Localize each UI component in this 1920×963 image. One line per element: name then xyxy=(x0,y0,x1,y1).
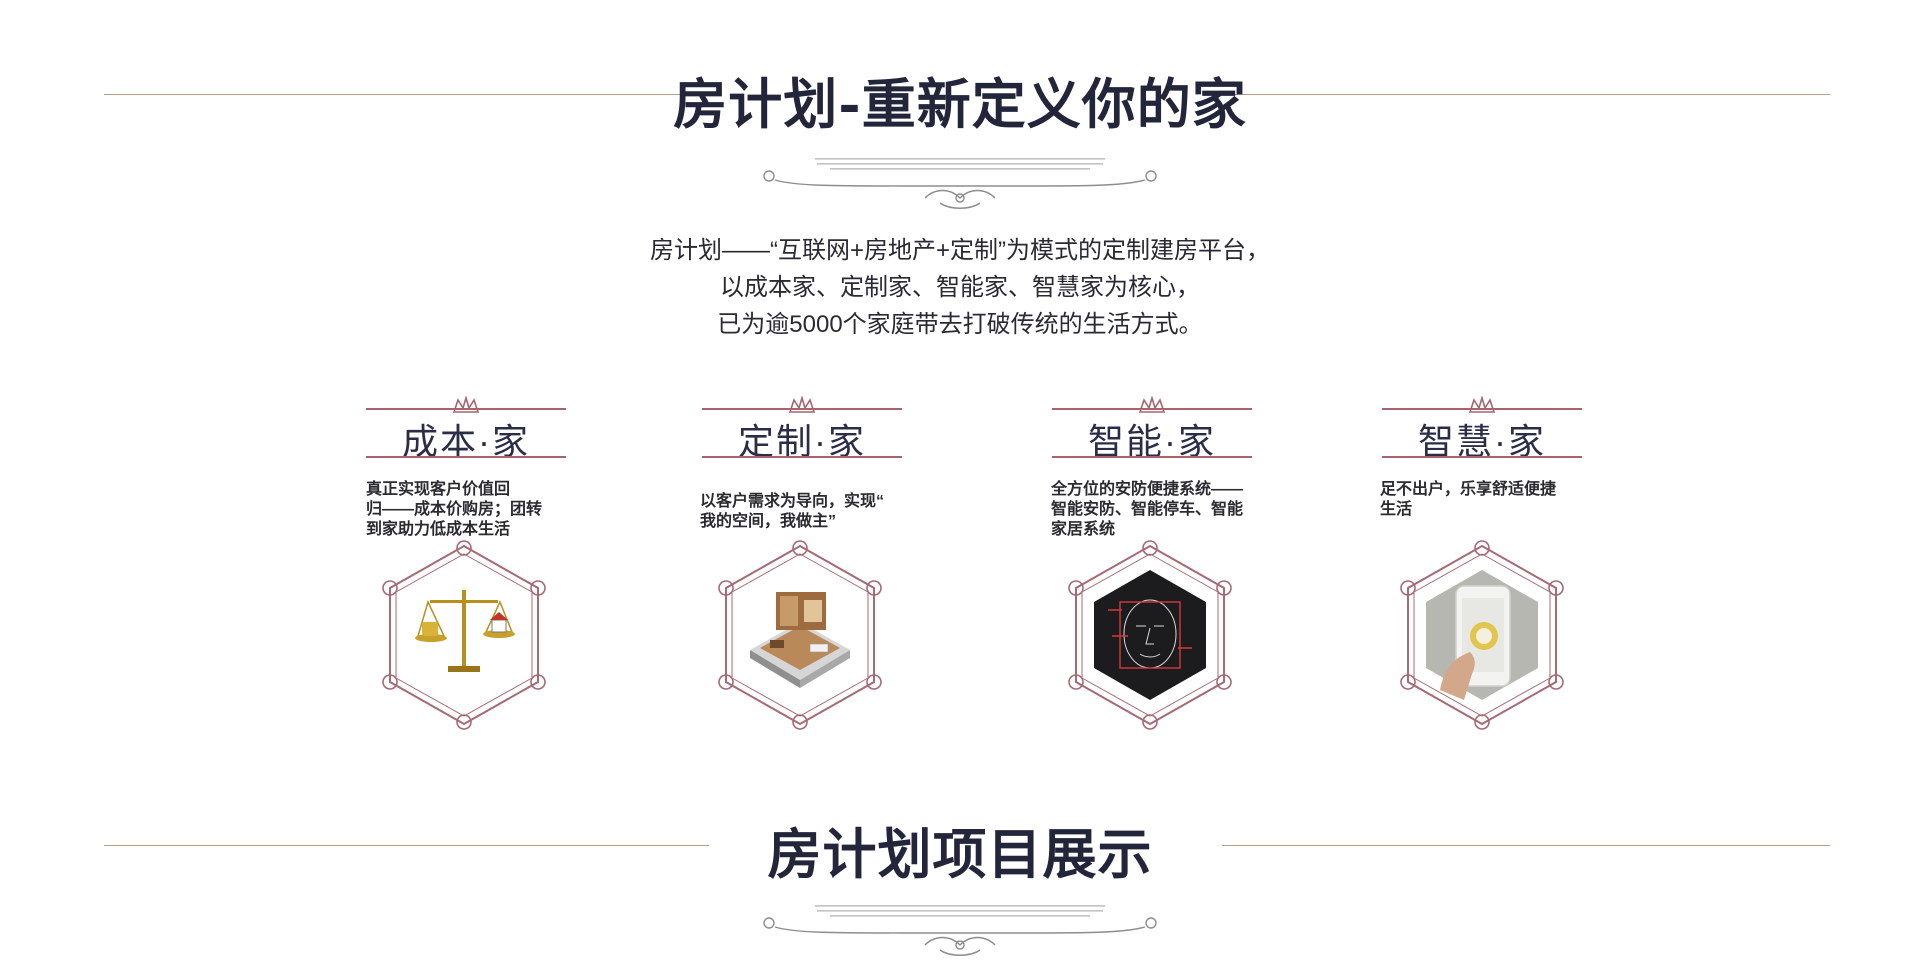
smartphone-app-icon xyxy=(1392,540,1572,730)
feature-header: 定制·家 xyxy=(702,396,902,462)
intro-line: 以成本家、定制家、智能家、智慧家为核心， xyxy=(720,274,1200,301)
face-scan-icon xyxy=(1060,540,1240,730)
ornament-flourish-icon xyxy=(763,905,1157,956)
feature-desc: 以客户需求为导向，实现“ 我的空间，我做主” xyxy=(700,493,885,530)
feature-header: 智能·家 xyxy=(1052,396,1252,462)
feature-header: 智慧·家 xyxy=(1382,396,1582,462)
section-title-project-showcase: 房计划项目展示 xyxy=(767,822,1153,886)
feature-header: 成本·家 xyxy=(366,396,566,462)
feature-desc: 真正实现客户价值回 归——成本价购房；团转 到家助力低成本生活 xyxy=(366,481,543,538)
section-title-redefine-home: 房计划-重新定义你的家 xyxy=(673,72,1247,136)
intro-paragraph: 房计划——“互联网+房地产+定制”为模式的定制建房平台， 以成本家、定制家、智能… xyxy=(0,232,1920,343)
intro-line: 已为逾5000个家庭带去打破传统的生活方式。 xyxy=(717,311,1203,338)
crown-ornament-icon xyxy=(1468,396,1496,413)
intro-line: 房计划——“互联网+房地产+定制”为模式的定制建房平台， xyxy=(649,237,1270,264)
feature-desc: 全方位的安防便捷系统—— 智能安防、智能停车、智能 家居系统 xyxy=(1051,481,1244,538)
scales-with-house-icon xyxy=(374,540,554,730)
feature-desc: 足不出户，乐享舒适便捷 生活 xyxy=(1380,481,1557,518)
ornament-flourish-icon xyxy=(763,158,1157,209)
crown-ornament-icon xyxy=(452,396,480,413)
building-cutaway-icon xyxy=(710,540,890,730)
crown-ornament-icon xyxy=(1138,396,1166,413)
crown-ornament-icon xyxy=(788,396,816,413)
